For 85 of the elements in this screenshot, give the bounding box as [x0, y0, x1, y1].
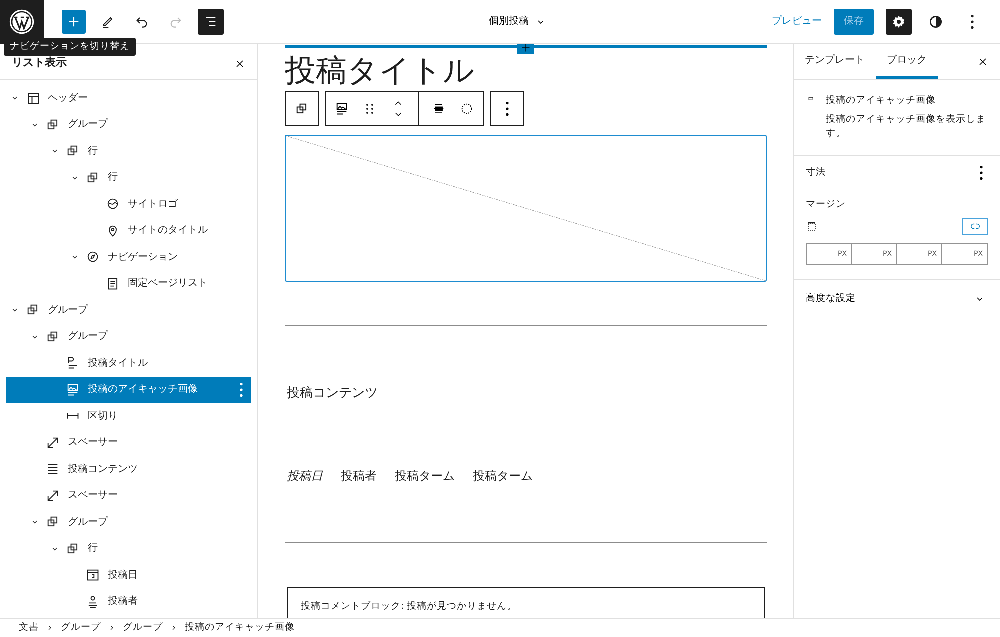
breadcrumb-link[interactable]: 文書	[19, 620, 39, 636]
dotted-circle-icon	[460, 102, 474, 116]
person-icon	[86, 594, 100, 609]
tree-item[interactable]: スペーサー	[6, 430, 251, 456]
smile-circle-icon	[106, 197, 120, 212]
drag-handle-icon	[365, 102, 375, 114]
sidebar-tab[interactable]: テンプレート	[794, 44, 876, 79]
logo-icon	[9, 8, 35, 34]
image-icon	[335, 102, 349, 116]
tree-item[interactable]: グループ	[6, 112, 251, 138]
tooltip: ナビゲーションを切り替え	[4, 38, 136, 56]
tree-item[interactable]: 行	[6, 536, 251, 562]
advanced-section-toggle[interactable]: 高度な設定	[794, 280, 1000, 318]
block-title: 投稿のアイキャッチ画像	[826, 94, 937, 108]
breadcrumb-link[interactable]: 投稿のアイキャッチ画像	[185, 620, 295, 636]
diagonal-arrow-icon	[46, 488, 60, 503]
tree-item[interactable]: 行	[6, 164, 251, 191]
stacked-squares-icon	[66, 144, 80, 158]
tree-item[interactable]: 投稿タイトル	[6, 350, 251, 376]
layout-icon	[26, 90, 40, 106]
map-pin-icon	[106, 224, 120, 238]
document-title-dropdown[interactable]: 個別投稿	[483, 13, 553, 30]
box-side-icon	[806, 220, 818, 233]
tree-item[interactable]: ヘッダー	[6, 85, 251, 112]
tree-item[interactable]: 行	[6, 138, 251, 164]
tree-item[interactable]: スペーサー	[6, 482, 251, 509]
preview-link[interactable]: プレビュー	[772, 14, 822, 29]
panel-heading: 寸法	[806, 166, 826, 180]
sidebar-tab[interactable]: ブロック	[876, 44, 938, 79]
tree-item[interactable]: グループ	[6, 324, 251, 350]
stacked-squares-icon	[66, 542, 80, 556]
chevron-right-icon	[46, 624, 54, 632]
tree-item[interactable]: グループ	[6, 297, 251, 324]
close-icon	[234, 58, 246, 70]
chevron-right-icon	[108, 624, 116, 632]
more-icon	[980, 166, 982, 180]
block-description: 投稿のアイキャッチ画像を表示します。	[826, 113, 986, 141]
post-date: 投稿日	[287, 468, 323, 484]
document-icon	[106, 276, 120, 291]
stacked-squares-icon	[86, 170, 100, 185]
breadcrumb-link[interactable]: グループ	[123, 620, 163, 636]
post-content: 投稿コンテンツ	[287, 385, 379, 403]
diagonal-arrow-icon	[46, 436, 60, 450]
more-icon	[970, 14, 974, 28]
panel-title: リスト表示	[12, 54, 67, 70]
tree-item[interactable]: 投稿のアイキャッチ画像	[6, 376, 251, 403]
title-icon	[66, 356, 80, 370]
post-author: 投稿者	[341, 468, 377, 484]
field-label: マージン	[806, 198, 847, 212]
comments-message: 投稿コメントブロック: 投稿が見つかりません。	[301, 600, 518, 612]
link-sides-button[interactable]	[962, 218, 988, 236]
more-icon	[506, 102, 508, 116]
post-title: 投稿タイトル	[285, 56, 476, 87]
tree-item[interactable]: サイトロゴ	[6, 191, 251, 218]
image-icon	[66, 382, 80, 397]
tree-item[interactable]: 固定ページリスト	[6, 270, 251, 297]
calendar-icon	[86, 568, 100, 582]
breadcrumb-link[interactable]: グループ	[61, 620, 101, 636]
tree-item[interactable]: 投稿者	[6, 588, 251, 615]
stacked-squares-icon	[46, 330, 60, 344]
compass-icon	[86, 250, 100, 264]
tree-item[interactable]: グループ	[6, 509, 251, 536]
tree-item[interactable]: 投稿日	[6, 562, 251, 588]
plus-icon	[520, 44, 530, 53]
add-button[interactable]	[62, 10, 86, 34]
post-terms: 投稿ターム	[473, 468, 533, 484]
list-view-button[interactable]	[198, 8, 224, 34]
close-icon	[977, 56, 989, 68]
stacked-squares-icon	[295, 102, 309, 116]
tree-item[interactable]: ナビゲーション	[6, 244, 251, 270]
inserter-button[interactable]	[517, 44, 534, 54]
align-icon	[432, 102, 446, 116]
tree-item[interactable]: 区切り	[6, 403, 251, 430]
tree-item[interactable]: サイトのタイトル	[6, 218, 251, 244]
stacked-squares-icon	[26, 303, 40, 318]
tree-item[interactable]: 投稿コンテンツ	[6, 456, 251, 482]
settings-button[interactable]	[886, 8, 912, 34]
post-terms: 投稿ターム	[395, 468, 455, 484]
more-icon	[240, 382, 243, 397]
chevron-right-icon	[170, 624, 178, 632]
settings-icon	[891, 14, 907, 30]
contrast-icon	[928, 14, 944, 30]
stacked-squares-icon	[46, 118, 60, 132]
lines-icon	[46, 462, 60, 476]
stacked-squares-icon	[46, 515, 60, 530]
